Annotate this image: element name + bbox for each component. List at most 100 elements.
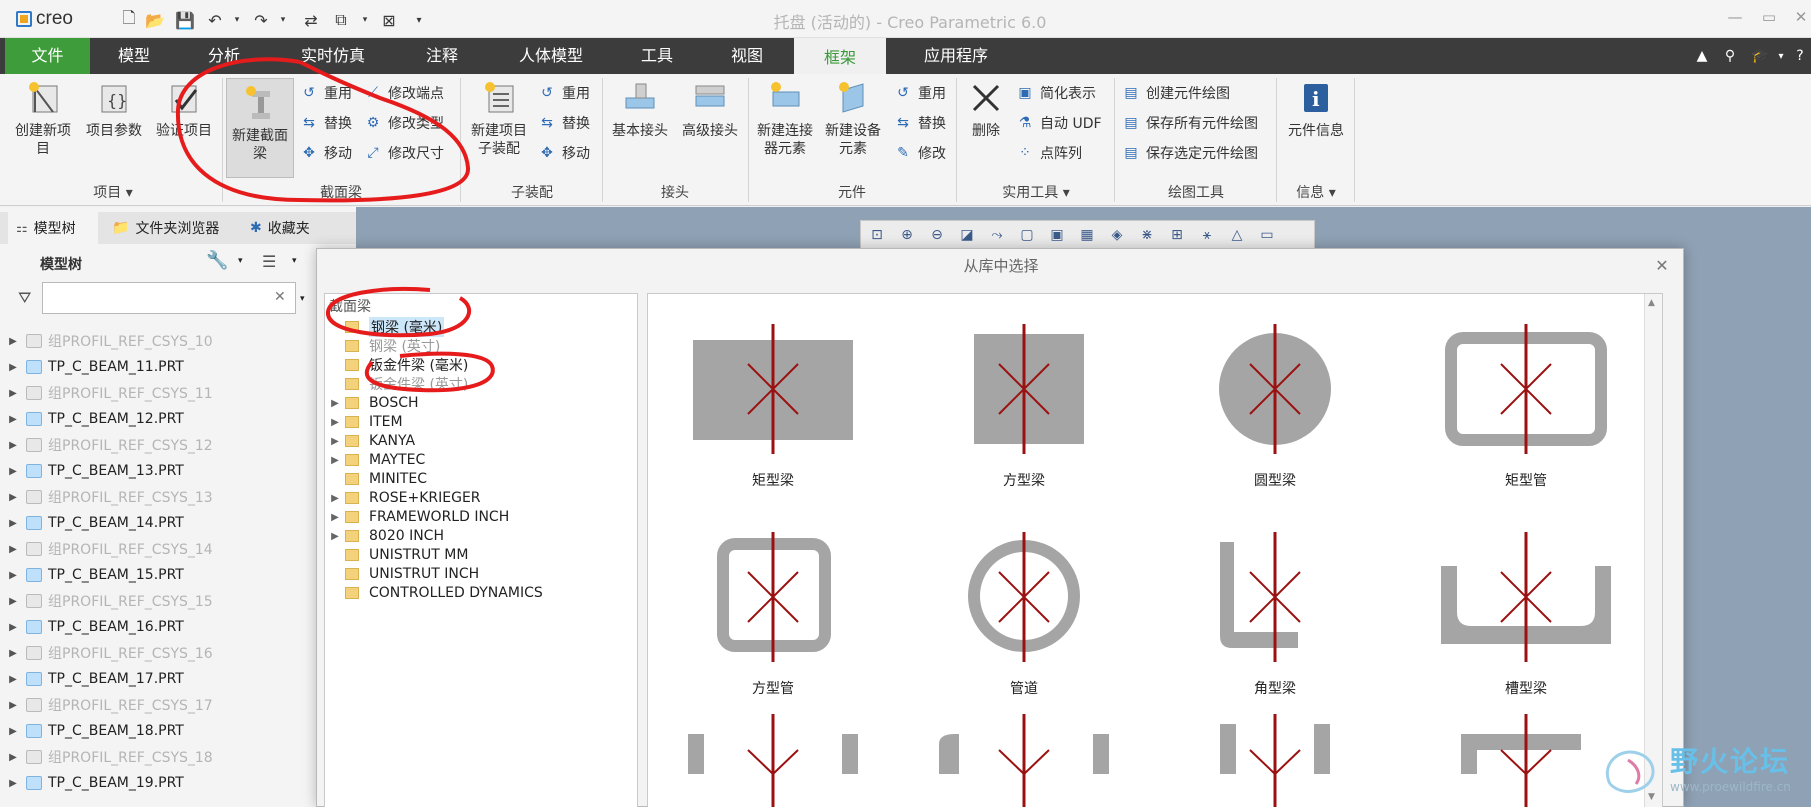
reuse-element-button[interactable]: ↺ 重用: [894, 80, 946, 106]
search-options-icon[interactable]: ▾: [300, 294, 305, 304]
profile-square-bar[interactable]: 方型梁: [899, 294, 1149, 502]
expand-arrow-icon[interactable]: ▶: [0, 414, 26, 425]
tree-search-input[interactable]: [42, 282, 296, 314]
expand-arrow-icon[interactable]: ▶: [0, 518, 26, 529]
help-icon[interactable]: ?: [1792, 44, 1808, 68]
point-pattern-button[interactable]: ⁘ 点阵列: [1016, 140, 1082, 166]
save-all-component-drawings-button[interactable]: ▤ 保存所有元件绘图: [1122, 110, 1258, 136]
advanced-joint-button[interactable]: 高级接头: [676, 78, 744, 140]
tab-analysis[interactable]: 分析: [194, 38, 254, 74]
undo-dropdown-icon[interactable]: ▾: [226, 10, 248, 30]
customize-quick-access-icon[interactable]: ▾: [408, 10, 430, 30]
tree-group-row[interactable]: ▶ 组PROFIL_REF_CSYS_14: [0, 536, 320, 562]
windows-dropdown-icon[interactable]: ▾: [354, 10, 376, 30]
group-label-utilities[interactable]: 实用工具 ▾: [960, 182, 1112, 202]
tab-annotate[interactable]: 注释: [412, 38, 472, 74]
tree-group-row[interactable]: ▶ 组PROFIL_REF_CSYS_18: [0, 744, 320, 770]
tree-settings-icon[interactable]: 🔧: [206, 250, 228, 271]
collapse-ribbon-icon[interactable]: ▲: [1690, 44, 1714, 68]
redo-icon[interactable]: ↷: [250, 10, 272, 30]
reuse-beam-button[interactable]: ↺ 重用: [300, 80, 352, 106]
expand-arrow-icon[interactable]: ▶: [0, 362, 26, 373]
create-new-project-button[interactable]: 创建新项目: [8, 78, 78, 158]
expand-arrow-icon[interactable]: ▶: [0, 336, 26, 347]
view-manager-icon[interactable]: ▦: [1075, 224, 1099, 246]
tab-file[interactable]: 文件: [5, 38, 90, 74]
replace-subassembly-button[interactable]: ⇆ 替换: [538, 110, 590, 136]
profile-cut-off[interactable]: [1150, 714, 1400, 807]
profile-rect-tube[interactable]: 矩型管: [1401, 294, 1651, 502]
tab-view[interactable]: 视图: [717, 38, 777, 74]
scroll-up-icon[interactable]: ▲: [1648, 298, 1655, 308]
tab-applications[interactable]: 应用程序: [906, 38, 1006, 74]
tree-part-row[interactable]: ▶ TP_C_BEAM_13.PRT: [0, 458, 320, 484]
learning-icon[interactable]: 🎓: [1748, 44, 1772, 68]
zoom-out-icon[interactable]: ⊖: [925, 224, 949, 246]
expand-arrow-icon[interactable]: ▶: [0, 778, 26, 789]
create-component-drawing-button[interactable]: ▤ 创建元件绘图: [1122, 80, 1230, 106]
redo-dropdown-icon[interactable]: ▾: [272, 10, 294, 30]
expand-arrow-icon[interactable]: ▶: [325, 417, 345, 428]
profile-grid-scrollbar[interactable]: ▲ ▼: [1644, 294, 1662, 807]
expand-arrow-icon[interactable]: ▶: [0, 388, 26, 399]
replace-element-button[interactable]: ⇆ 替换: [894, 110, 946, 136]
expand-arrow-icon[interactable]: ▶: [0, 466, 26, 477]
expand-arrow-icon[interactable]: ▶: [0, 648, 26, 659]
tab-model-tree[interactable]: ⚏ 模型树: [8, 212, 98, 244]
modify-dimension-button[interactable]: ⤢ 修改尺寸: [364, 140, 444, 166]
profile-square-tube[interactable]: 方型管: [648, 502, 898, 710]
tab-manikin[interactable]: 人体模型: [506, 38, 596, 74]
new-project-subassembly-button[interactable]: 新建项目 子装配: [464, 78, 534, 158]
clear-search-icon[interactable]: ✕: [274, 289, 286, 305]
delete-button[interactable]: 删除: [960, 78, 1012, 140]
expand-arrow-icon[interactable]: ▶: [0, 700, 26, 711]
simplified-rep-button[interactable]: ▣ 简化表示: [1016, 80, 1096, 106]
open-icon[interactable]: 📂: [144, 10, 166, 30]
expand-arrow-icon[interactable]: ▶: [325, 493, 345, 504]
expand-arrow-icon[interactable]: ▶: [0, 596, 26, 607]
display-style-icon[interactable]: ▢: [1015, 224, 1039, 246]
tree-group-row[interactable]: ▶ 组PROFIL_REF_CSYS_13: [0, 484, 320, 510]
section-icon[interactable]: ▭: [1255, 224, 1279, 246]
project-parameters-button[interactable]: {} 项目参数: [80, 78, 148, 140]
search-help-icon[interactable]: ⚲: [1718, 44, 1742, 68]
expand-arrow-icon[interactable]: ▶: [0, 674, 26, 685]
profile-round-bar[interactable]: 圆型梁: [1150, 294, 1400, 502]
regenerate-icon[interactable]: ⇄: [300, 10, 322, 30]
tree-group-row[interactable]: ▶ 组PROFIL_REF_CSYS_16: [0, 640, 320, 666]
tree-part-row[interactable]: ▶ TP_C_BEAM_15.PRT: [0, 562, 320, 588]
expand-arrow-icon[interactable]: ▶: [0, 752, 26, 763]
datum-display-icon[interactable]: ⋇: [1135, 224, 1159, 246]
reuse-subassembly-button[interactable]: ↺ 重用: [538, 80, 590, 106]
tree-part-row[interactable]: ▶ TP_C_BEAM_16.PRT: [0, 614, 320, 640]
annotation-display-icon[interactable]: ⊞: [1165, 224, 1189, 246]
component-info-button[interactable]: i 元件信息: [1280, 78, 1352, 140]
expand-arrow-icon[interactable]: ▶: [325, 455, 345, 466]
verify-project-button[interactable]: 验证项目: [150, 78, 218, 140]
tree-group-row[interactable]: ▶ 组PROFIL_REF_CSYS_15: [0, 588, 320, 614]
tree-part-row[interactable]: ▶ TP_C_BEAM_11.PRT: [0, 354, 320, 380]
perspective-icon[interactable]: ◈: [1105, 224, 1129, 246]
new-connector-element-button[interactable]: 新建连接 器元素: [752, 78, 818, 158]
profile-angle[interactable]: 角型梁: [1150, 502, 1400, 710]
maximize-icon[interactable]: ▭: [1754, 8, 1784, 26]
group-label-project[interactable]: 项目 ▾: [8, 182, 218, 202]
group-label-info[interactable]: 信息 ▾: [1280, 182, 1352, 202]
repaint-icon[interactable]: ◪: [955, 224, 979, 246]
show-dropdown-icon[interactable]: ▾: [292, 256, 297, 266]
expand-arrow-icon[interactable]: ▶: [325, 512, 345, 523]
expand-arrow-icon[interactable]: ▶: [325, 436, 345, 447]
tree-group-row[interactable]: ▶ 组PROFIL_REF_CSYS_17: [0, 692, 320, 718]
tab-folder-browser[interactable]: 📁 文件夹浏览器: [104, 212, 242, 244]
minimize-icon[interactable]: —: [1720, 8, 1750, 26]
expand-arrow-icon[interactable]: ▶: [0, 726, 26, 737]
modify-type-button[interactable]: ⚙ 修改类型: [364, 110, 444, 136]
tab-favorites[interactable]: ✱ 收藏夹: [242, 212, 342, 244]
help-dropdown-icon[interactable]: ▾: [1774, 44, 1788, 68]
tree-group-row[interactable]: ▶ 组PROFIL_REF_CSYS_12: [0, 432, 320, 458]
tree-part-row[interactable]: ▶ TP_C_BEAM_17.PRT: [0, 666, 320, 692]
profile-cut-off[interactable]: [899, 714, 1149, 807]
new-icon[interactable]: 🗋: [118, 8, 140, 30]
basic-joint-button[interactable]: 基本接头: [606, 78, 674, 140]
undo-icon[interactable]: ↶: [204, 10, 226, 30]
